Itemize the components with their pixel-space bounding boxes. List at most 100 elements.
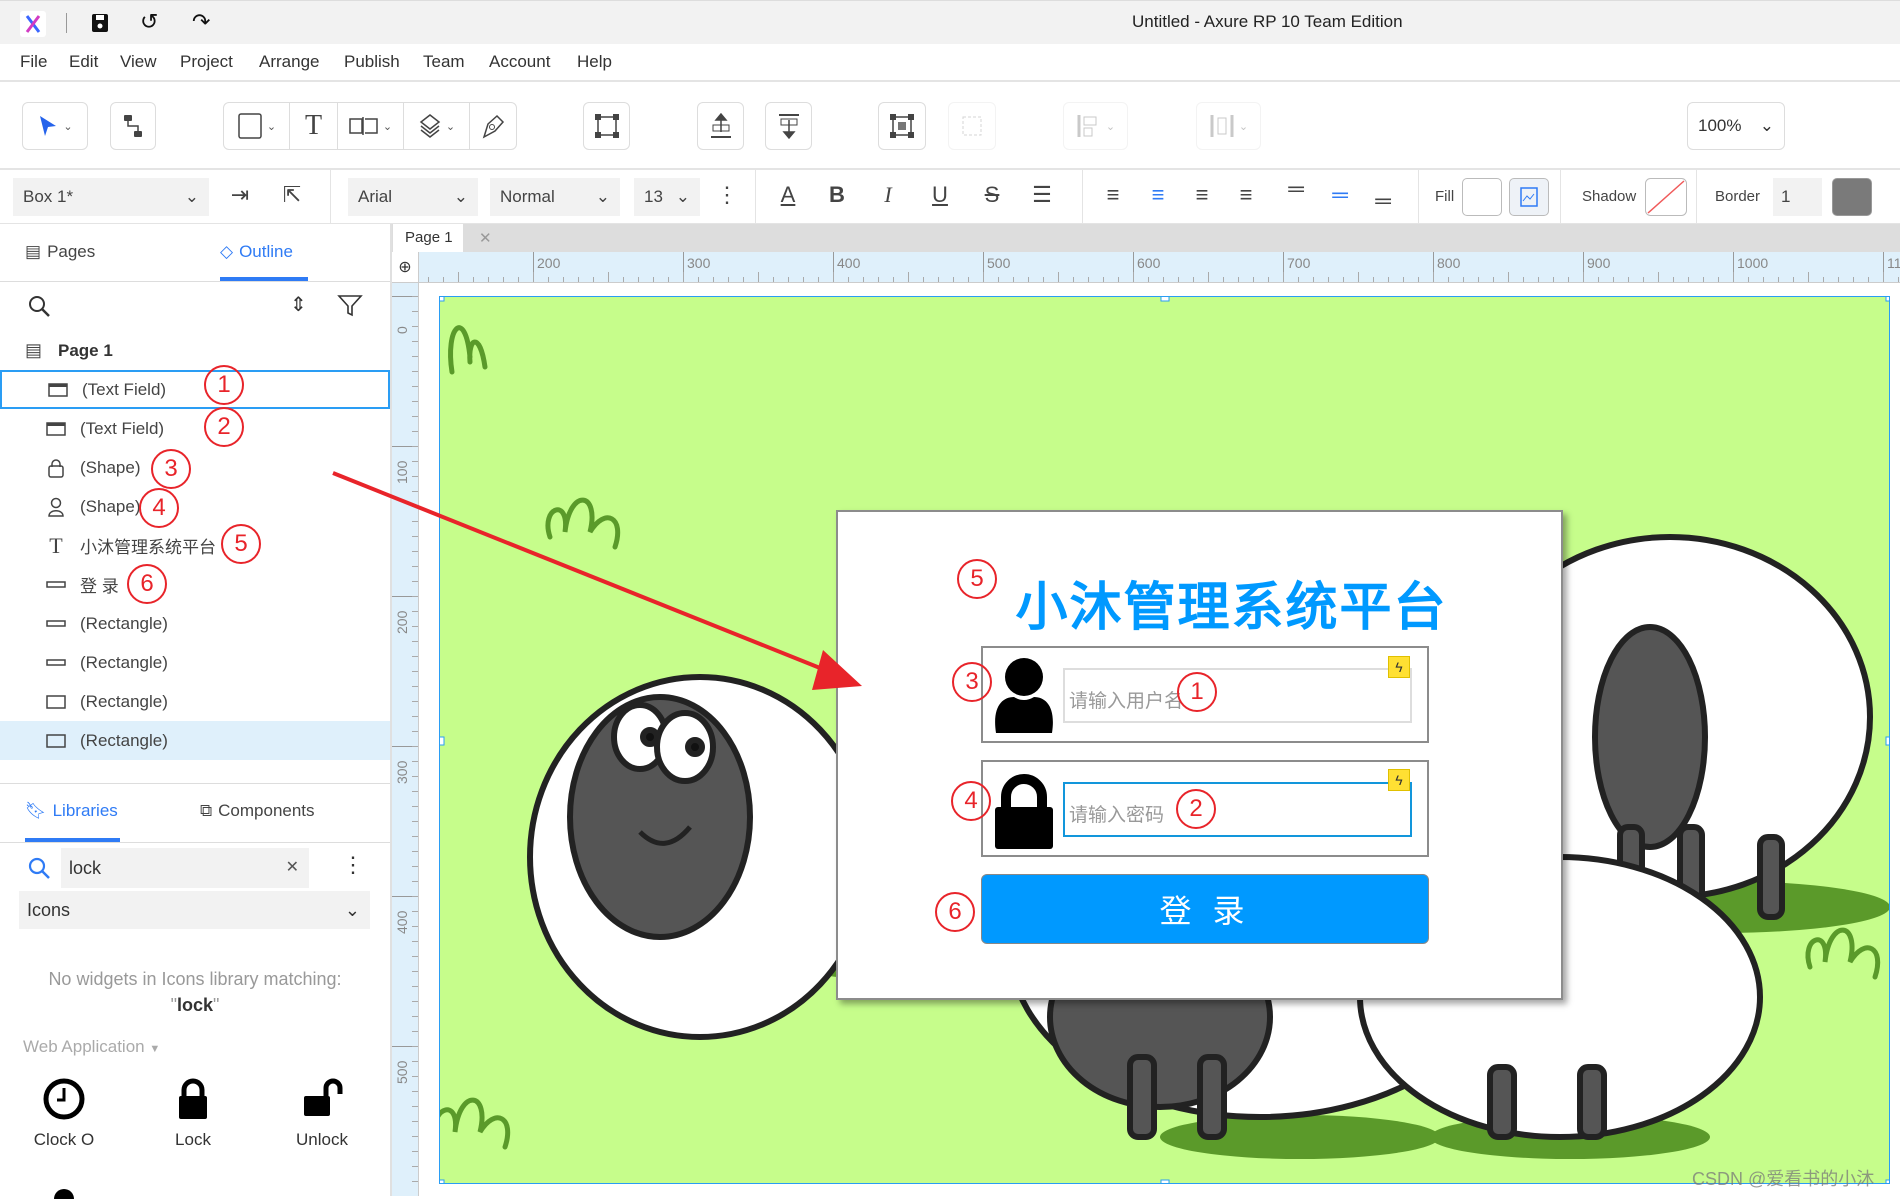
outline-item[interactable]: (Rectangle) — [0, 721, 390, 760]
select-tool-button[interactable]: ⌄ — [22, 102, 88, 150]
align-right-icon[interactable]: ≡ — [1187, 182, 1217, 208]
rectangle-tool-button[interactable]: ⌄ — [224, 103, 290, 149]
ruler-minor-tick — [893, 277, 894, 282]
outline-item[interactable]: T 小沐管理系统平台 — [0, 526, 390, 565]
library-search-input[interactable]: lock ✕ — [61, 848, 309, 888]
search-icon[interactable] — [27, 294, 51, 318]
ungroup-button[interactable] — [948, 102, 996, 150]
expand-collapse-icon[interactable]: ⇕ — [290, 292, 307, 317]
menu-help[interactable]: Help — [577, 52, 612, 72]
justify-icon[interactable]: ≡ — [1231, 182, 1261, 208]
widget-lock[interactable]: Lock — [153, 1077, 233, 1150]
outline-item[interactable]: (Rectangle) — [0, 682, 390, 721]
align-center-icon[interactable]: ≡ — [1143, 182, 1173, 208]
widget-name-select[interactable]: Box 1* ⌄ — [13, 178, 209, 216]
save-icon[interactable] — [91, 13, 109, 33]
close-tab-icon[interactable]: ✕ — [479, 229, 492, 247]
login-button[interactable]: 登 录 — [981, 874, 1429, 944]
bullet-list-icon[interactable]: ☰ — [1027, 182, 1057, 208]
italic-icon[interactable]: I — [873, 182, 903, 208]
font-color-icon[interactable]: A — [773, 182, 803, 208]
username-input[interactable]: 请输入用户名 — [1063, 668, 1412, 723]
resize-handle[interactable] — [1160, 297, 1170, 302]
section-web-application[interactable]: Web Application ▼ — [23, 1037, 160, 1057]
resize-handle[interactable] — [1885, 297, 1889, 302]
resize-handle[interactable] — [1885, 736, 1889, 746]
resize-handle[interactable] — [1885, 1179, 1889, 1183]
outline-item[interactable]: 登 录 — [0, 565, 390, 604]
ruler-origin-icon[interactable]: ⊕ — [392, 252, 419, 283]
outline-item[interactable]: (Rectangle) — [0, 643, 390, 682]
resize-handle[interactable] — [440, 297, 445, 302]
pen-tool-button[interactable] — [470, 103, 516, 149]
menu-account[interactable]: Account — [489, 52, 550, 72]
align-button[interactable]: ⌄ — [1063, 102, 1128, 150]
shadow-swatch[interactable] — [1645, 178, 1687, 216]
strikethrough-icon[interactable]: S — [977, 182, 1007, 208]
library-menu-icon[interactable]: ⋮ — [342, 852, 364, 878]
fill-image-button[interactable] — [1509, 178, 1549, 216]
menu-project[interactable]: Project — [180, 52, 233, 72]
outline-page-row[interactable]: ▤ Page 1 — [0, 331, 390, 370]
annotation-1: 1 — [1177, 672, 1217, 712]
align-bottom-icon[interactable]: ═ — [1368, 188, 1398, 214]
page-tab[interactable]: Page 1 ✕ — [393, 224, 492, 252]
tab-pages[interactable]: ▤ Pages — [25, 242, 95, 262]
password-input[interactable]: 请输入密码 — [1063, 782, 1412, 837]
text-tool-icon[interactable]: T — [290, 103, 338, 149]
menu-publish[interactable]: Publish — [344, 52, 400, 72]
ruler-minor-tick — [1793, 277, 1794, 282]
underline-icon[interactable]: U — [925, 182, 955, 208]
user-icon[interactable] — [992, 657, 1056, 733]
menu-arrange[interactable]: Arrange — [259, 52, 319, 72]
library-select[interactable]: Icons ⌄ — [19, 891, 370, 929]
menu-edit[interactable]: Edit — [69, 52, 98, 72]
outline-item[interactable]: (Rectangle) — [0, 604, 390, 643]
connector-tool-button[interactable] — [110, 102, 156, 150]
filter-icon[interactable] — [337, 294, 365, 318]
menu-view[interactable]: View — [120, 52, 157, 72]
outline-item[interactable]: (Text Field) — [0, 409, 390, 448]
menu-team[interactable]: Team — [423, 52, 465, 72]
more-options-icon[interactable]: ⋮ — [712, 182, 742, 208]
clear-search-icon[interactable]: ✕ — [286, 857, 299, 877]
align-left-icon[interactable]: ≡ — [1098, 182, 1128, 208]
bring-front-button[interactable] — [697, 102, 744, 150]
resize-handle[interactable] — [1160, 1179, 1170, 1183]
widget-unlock[interactable]: Unlock — [282, 1077, 362, 1150]
font-weight-select[interactable]: Normal ⌄ — [490, 178, 620, 216]
distribute-button[interactable]: ⌄ — [1196, 102, 1261, 150]
bold-icon[interactable]: B — [822, 182, 852, 208]
align-top-icon[interactable]: ═ — [1281, 176, 1311, 202]
select-parent-icon[interactable]: ⇱ — [277, 182, 307, 208]
border-width-input[interactable]: 1 — [1773, 178, 1822, 216]
tab-components[interactable]: ⧉ Components — [200, 801, 315, 821]
group-button[interactable] — [878, 102, 926, 150]
send-back-button[interactable] — [765, 102, 812, 150]
fill-color-swatch[interactable] — [1462, 178, 1502, 216]
horizontal-ruler[interactable]: 200 300 400 500 600 700 800 900 1000 1100 — [392, 252, 1900, 283]
outline-item[interactable]: (Shape) — [0, 448, 390, 487]
tab-libraries[interactable]: 🔖︎ Libraries — [25, 801, 118, 821]
enter-group-icon[interactable]: ⇥ — [225, 182, 255, 208]
outline-item[interactable]: (Shape) — [0, 487, 390, 526]
vertical-ruler[interactable]: 0 100 200 300 400 500 — [392, 283, 419, 1196]
zoom-select[interactable]: 100% ⌄ — [1687, 102, 1785, 150]
outline-item[interactable]: (Text Field) — [0, 370, 390, 409]
align-middle-icon[interactable]: ═ — [1325, 182, 1355, 208]
resize-handle[interactable] — [440, 736, 445, 746]
lock-icon[interactable] — [992, 771, 1056, 849]
font-family-select[interactable]: Arial ⌄ — [348, 178, 478, 216]
tab-outline[interactable]: ◇ Outline — [220, 242, 293, 262]
border-color-swatch[interactable] — [1832, 178, 1872, 216]
login-title[interactable]: 小沐管理系统平台 — [838, 565, 1565, 640]
menu-file[interactable]: File — [20, 52, 47, 72]
edit-points-button[interactable] — [583, 102, 630, 150]
widget-clock[interactable]: Clock O — [24, 1077, 104, 1150]
layers-tool-button[interactable]: ⌄ — [404, 103, 470, 149]
undo-icon[interactable]: ↺ — [140, 9, 158, 35]
redo-icon[interactable]: ↷ — [192, 9, 210, 35]
resize-handle[interactable] — [440, 1179, 445, 1183]
font-size-select[interactable]: 13 ⌄ — [634, 178, 700, 216]
text-field-tool-button[interactable]: ⌄ — [338, 103, 404, 149]
